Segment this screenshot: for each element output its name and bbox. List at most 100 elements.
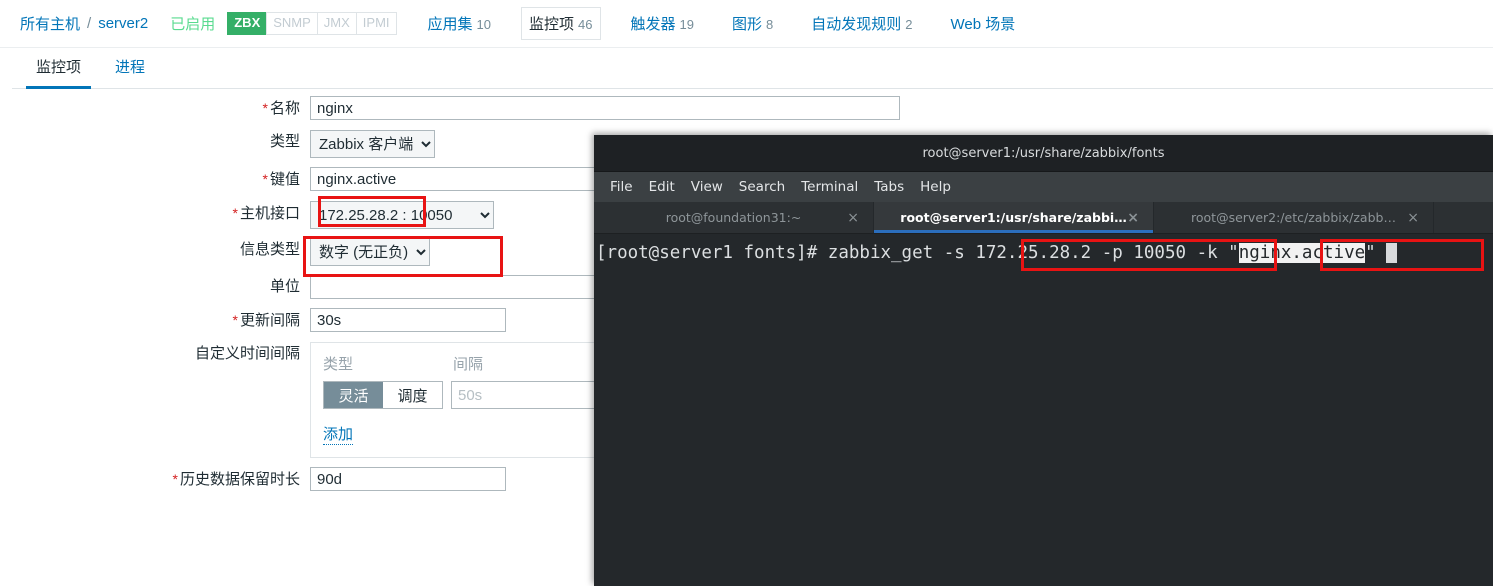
protocol-badge-ipmi[interactable]: IPMI bbox=[355, 12, 397, 35]
tab-preprocessing[interactable]: 进程 bbox=[105, 50, 155, 88]
nav-count-triggers: 19 bbox=[679, 17, 694, 32]
host-header-bar: 所有主机 / server2 已启用 ZBX SNMP JMX IPMI 应用集… bbox=[0, 0, 1493, 48]
nav-label-triggers: 触发器 bbox=[630, 16, 676, 33]
label-name-text: 名称 bbox=[269, 100, 300, 117]
label-name: * 名称 bbox=[0, 96, 310, 121]
nav-item-items[interactable]: 监控项 46 bbox=[522, 8, 600, 39]
terminal-prompt: [root@server1 fonts]# bbox=[596, 243, 828, 263]
terminal-cursor bbox=[1386, 243, 1397, 263]
nav-label-discovery-rules: 自动发现规则 bbox=[811, 16, 902, 33]
label-info-type: 信息类型 bbox=[0, 238, 310, 262]
terminal-titlebar[interactable]: root@server1:/usr/share/zabbix/fonts bbox=[594, 135, 1493, 172]
nav-label-web-scenarios: Web 场景 bbox=[950, 16, 1016, 33]
menu-terminal[interactable]: Terminal bbox=[793, 176, 866, 198]
label-custom-intervals: 自定义时间间隔 bbox=[0, 342, 310, 366]
protocol-badge-zbx[interactable]: ZBX bbox=[227, 12, 268, 35]
label-custom-intervals-text: 自定义时间间隔 bbox=[194, 345, 300, 362]
terminal-tab-server1[interactable]: root@server1:/usr/share/zabbi… × bbox=[874, 202, 1154, 233]
nav-item-web-scenarios[interactable]: Web 场景 bbox=[943, 8, 1022, 39]
terminal-tab-label-server2: root@server2:/etc/zabbix/zabb… bbox=[1191, 210, 1396, 225]
interval-type-flexible-button[interactable]: 灵活 bbox=[324, 382, 383, 408]
terminal-tab-label-server1: root@server1:/usr/share/zabbi… bbox=[900, 210, 1127, 225]
terminal-cmd-part-b: -k " bbox=[1186, 243, 1239, 263]
info-type-select[interactable]: 数字 (无正负) bbox=[310, 238, 430, 266]
terminal-tabbar: root@foundation31:~ × root@server1:/usr/… bbox=[594, 202, 1493, 234]
required-asterisk-host-interface: * bbox=[232, 205, 238, 221]
field-history bbox=[310, 467, 506, 491]
nav-count-items: 46 bbox=[578, 17, 593, 32]
form-row-name: * 名称 bbox=[0, 96, 960, 121]
required-asterisk-name: * bbox=[262, 100, 268, 116]
protocol-badge-group: ZBX SNMP JMX IPMI bbox=[227, 12, 397, 35]
nav-item-applications[interactable]: 应用集 10 bbox=[421, 8, 498, 39]
label-units-text: 单位 bbox=[269, 278, 300, 295]
terminal-output-area[interactable]: [root@server1 fonts]# zabbix_get -s 172.… bbox=[594, 234, 1493, 586]
menu-edit[interactable]: Edit bbox=[641, 176, 683, 198]
menu-view[interactable]: View bbox=[683, 176, 731, 198]
breadcrumb-all-hosts[interactable]: 所有主机 bbox=[20, 13, 80, 34]
field-type: Zabbix 客户端 bbox=[310, 130, 435, 158]
protocol-badge-jmx[interactable]: JMX bbox=[316, 12, 357, 35]
terminal-title-text: root@server1:/usr/share/zabbix/fonts bbox=[922, 145, 1165, 161]
custom-intervals-col-type: 类型 bbox=[323, 356, 354, 373]
label-update-interval: * 更新间隔 bbox=[0, 308, 310, 333]
terminal-tab-server2[interactable]: root@server2:/etc/zabbix/zabb… × bbox=[1154, 202, 1434, 233]
terminal-cmd-part-a: zabbix_get -s bbox=[827, 243, 976, 263]
label-update-interval-text: 更新间隔 bbox=[239, 312, 300, 329]
label-type: 类型 bbox=[0, 130, 310, 154]
nav-item-triggers[interactable]: 触发器 19 bbox=[624, 8, 701, 39]
terminal-tab-label-foundation31: root@foundation31:~ bbox=[665, 210, 802, 225]
menu-help[interactable]: Help bbox=[912, 176, 959, 198]
tab-item[interactable]: 监控项 bbox=[26, 50, 92, 89]
nav-label-graphs: 图形 bbox=[731, 16, 762, 33]
field-info-type: 数字 (无正负) bbox=[310, 238, 430, 266]
close-icon[interactable]: × bbox=[1407, 210, 1419, 226]
update-interval-input[interactable] bbox=[310, 308, 506, 332]
protocol-badge-snmp[interactable]: SNMP bbox=[266, 12, 318, 35]
nav-item-discovery-rules[interactable]: 自动发现规则 2 bbox=[804, 8, 919, 39]
label-key-text: 键值 bbox=[269, 171, 300, 188]
nav-count-discovery-rules: 2 bbox=[905, 17, 913, 32]
terminal-cmd-key: nginx.active bbox=[1238, 243, 1366, 263]
interval-type-scheduling-button[interactable]: 调度 bbox=[383, 382, 442, 408]
required-asterisk-update-interval: * bbox=[232, 312, 238, 328]
label-key: * 键值 bbox=[0, 167, 310, 192]
label-info-type-text: 信息类型 bbox=[239, 241, 300, 258]
host-interface-select[interactable]: 172.25.28.2 : 10050 bbox=[310, 201, 494, 229]
label-host-interface: * 主机接口 bbox=[0, 201, 310, 226]
add-custom-interval-link[interactable]: 添加 bbox=[323, 423, 354, 445]
terminal-window[interactable]: root@server1:/usr/share/zabbix/fonts Fil… bbox=[594, 135, 1493, 586]
breadcrumb-host-server2[interactable]: server2 bbox=[98, 15, 148, 32]
nav-count-applications: 10 bbox=[476, 17, 492, 32]
terminal-menubar: File Edit View Search Terminal Tabs Help bbox=[594, 172, 1493, 202]
nav-label-items: 监控项 bbox=[529, 16, 575, 33]
breadcrumb-separator: / bbox=[87, 15, 92, 32]
required-asterisk-key: * bbox=[262, 171, 268, 187]
menu-tabs[interactable]: Tabs bbox=[866, 176, 912, 198]
form-tab-strip: 监控项 进程 bbox=[12, 48, 1493, 89]
field-host-interface: 172.25.28.2 : 10050 bbox=[310, 201, 494, 229]
nav-count-graphs: 8 bbox=[766, 17, 774, 32]
label-type-text: 类型 bbox=[269, 133, 300, 150]
label-host-interface-text: 主机接口 bbox=[239, 205, 300, 222]
close-icon[interactable]: × bbox=[847, 210, 859, 226]
terminal-cmd-part-c: " bbox=[1365, 243, 1387, 263]
type-select[interactable]: Zabbix 客户端 bbox=[310, 130, 435, 158]
nav-item-graphs[interactable]: 图形 8 bbox=[725, 8, 780, 39]
custom-intervals-col-interval: 间隔 bbox=[453, 356, 484, 373]
terminal-tab-foundation31[interactable]: root@foundation31:~ × bbox=[594, 202, 874, 233]
required-asterisk-history: * bbox=[172, 471, 178, 487]
interval-type-toggle-group: 灵活 调度 bbox=[323, 381, 443, 409]
menu-search[interactable]: Search bbox=[731, 176, 793, 198]
terminal-cmd-host: 172.25.28.2 -p 10050 bbox=[975, 243, 1187, 263]
menu-file[interactable]: File bbox=[602, 176, 641, 198]
name-input[interactable] bbox=[310, 96, 900, 120]
history-input[interactable] bbox=[310, 467, 506, 491]
nav-label-applications: 应用集 bbox=[427, 16, 473, 33]
close-icon[interactable]: × bbox=[1127, 210, 1139, 226]
label-history: * 历史数据保留时长 bbox=[0, 467, 310, 492]
field-name bbox=[310, 96, 900, 120]
terminal-command-line: [root@server1 fonts]# zabbix_get -s 172.… bbox=[594, 241, 1493, 265]
label-history-text: 历史数据保留时长 bbox=[179, 471, 300, 488]
host-status-badge[interactable]: 已启用 bbox=[170, 13, 215, 34]
